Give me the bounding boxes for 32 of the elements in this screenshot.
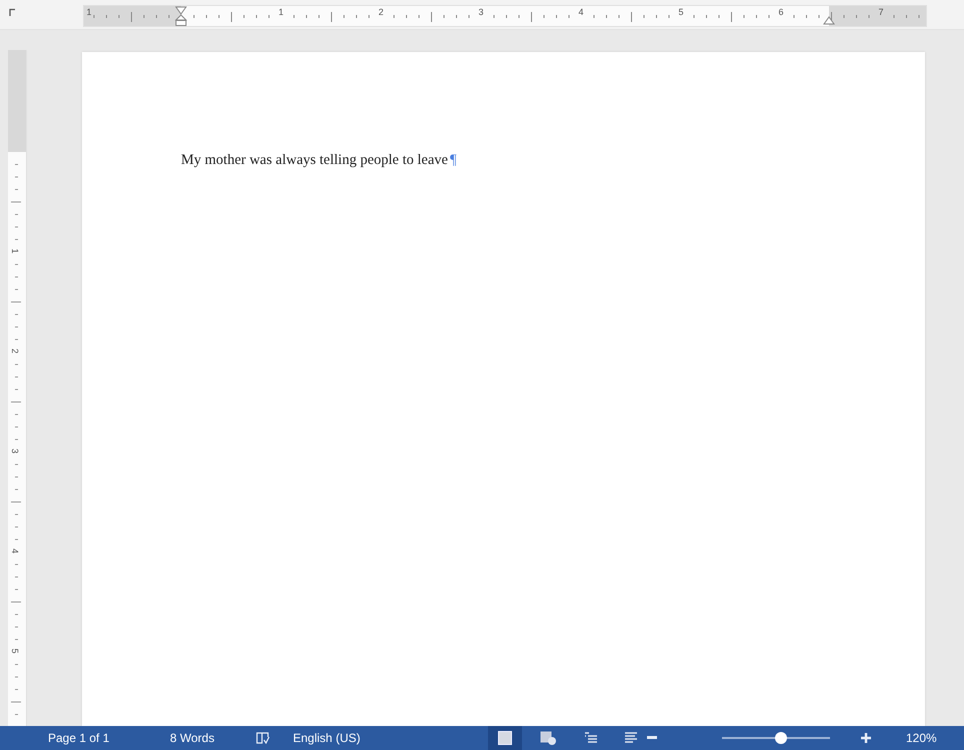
ruler-number: 7 xyxy=(877,7,884,17)
ruler-number: 5 xyxy=(10,647,20,656)
ruler-number: 2 xyxy=(10,347,20,356)
draft-icon xyxy=(625,732,637,744)
ruler-number: 3 xyxy=(10,447,20,456)
minus-icon xyxy=(647,736,657,740)
language[interactable]: English (US) xyxy=(293,731,360,745)
outline-icon xyxy=(584,732,598,744)
ruler-number: 4 xyxy=(577,7,584,17)
ruler-number: 4 xyxy=(10,547,20,556)
tab-stop-icon[interactable] xyxy=(9,8,16,16)
ruler-number: 2 xyxy=(377,7,384,17)
ruler-number: 6 xyxy=(777,7,784,17)
ruler-number: 1 xyxy=(85,7,92,17)
slider-thumb[interactable] xyxy=(775,732,788,744)
zoom-in-button[interactable] xyxy=(858,730,874,746)
web-layout-icon xyxy=(540,731,556,745)
zoom-percent[interactable]: 120% xyxy=(906,731,937,745)
page-count[interactable]: Page 1 of 1 xyxy=(48,731,110,745)
view-button[interactable] xyxy=(488,726,522,750)
ruler-number: 5 xyxy=(677,7,684,17)
print-layout-icon xyxy=(498,731,512,745)
paragraph-text: My mother was always telling people to leave xyxy=(181,152,448,168)
proofing-icon[interactable] xyxy=(256,732,270,744)
paragraph-mark: ¶ xyxy=(450,152,457,168)
ruler-number: 1 xyxy=(10,247,20,256)
right-indent-icon[interactable] xyxy=(823,16,835,25)
word-count[interactable]: 8 Words xyxy=(170,731,214,745)
ruler-number: 3 xyxy=(477,7,484,17)
ruler-number: 1 xyxy=(277,7,284,17)
plus-icon xyxy=(861,733,871,743)
indent-marker-icon[interactable] xyxy=(175,6,187,26)
